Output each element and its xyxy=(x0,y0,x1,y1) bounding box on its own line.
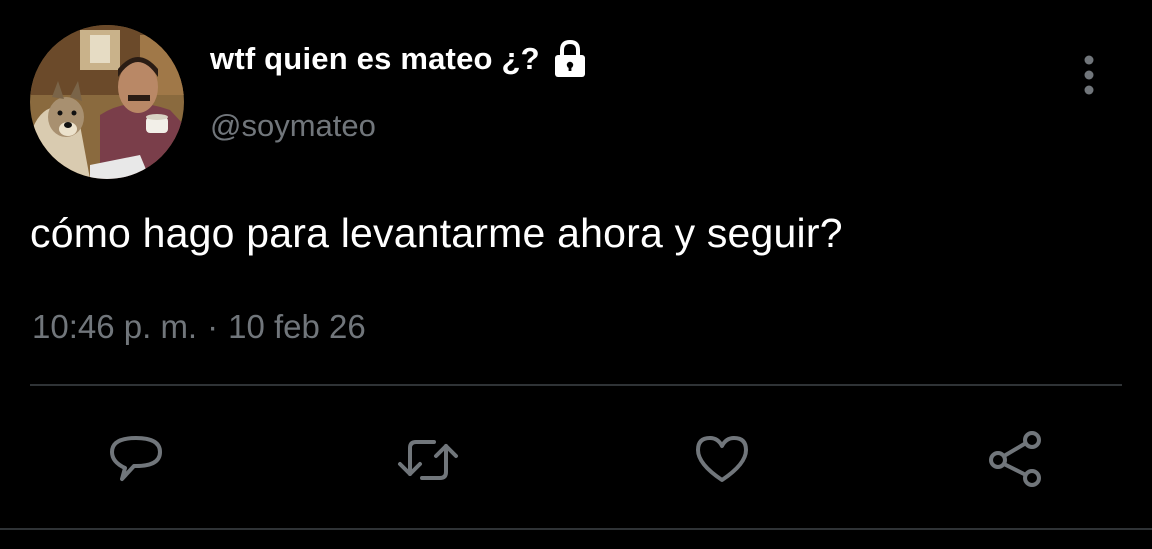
divider xyxy=(30,384,1122,386)
tweet-text: cómo hago para levantarme ahora y seguir… xyxy=(30,210,843,256)
retweet-button[interactable] xyxy=(396,430,458,490)
avatar[interactable] xyxy=(30,25,184,179)
profile-photo xyxy=(30,25,184,179)
tweet-detail: wtf quien es mateo ¿? @soymateo cómo hag… xyxy=(0,0,1152,549)
heart-icon xyxy=(696,436,748,482)
display-name[interactable]: wtf quien es mateo ¿? xyxy=(210,41,540,77)
retweet-icon xyxy=(398,440,458,480)
lock-icon xyxy=(552,39,588,78)
like-button[interactable] xyxy=(692,430,752,490)
share-icon xyxy=(989,431,1041,487)
timestamp-separator: · xyxy=(207,308,219,345)
more-vertical-icon[interactable] xyxy=(1072,54,1106,98)
tweet-date[interactable]: 10 feb 26 xyxy=(228,308,366,346)
user-handle[interactable]: @soymateo xyxy=(210,108,376,144)
tweet-time[interactable]: 10:46 p. m. xyxy=(32,308,197,346)
timestamp-row: 10:46 p. m. · 10 feb 26 xyxy=(32,308,366,346)
share-button[interactable] xyxy=(986,430,1046,490)
display-name-row: wtf quien es mateo ¿? xyxy=(210,39,588,78)
reply-button[interactable] xyxy=(106,430,166,490)
reply-icon xyxy=(110,436,162,481)
bottom-divider xyxy=(0,528,1152,530)
